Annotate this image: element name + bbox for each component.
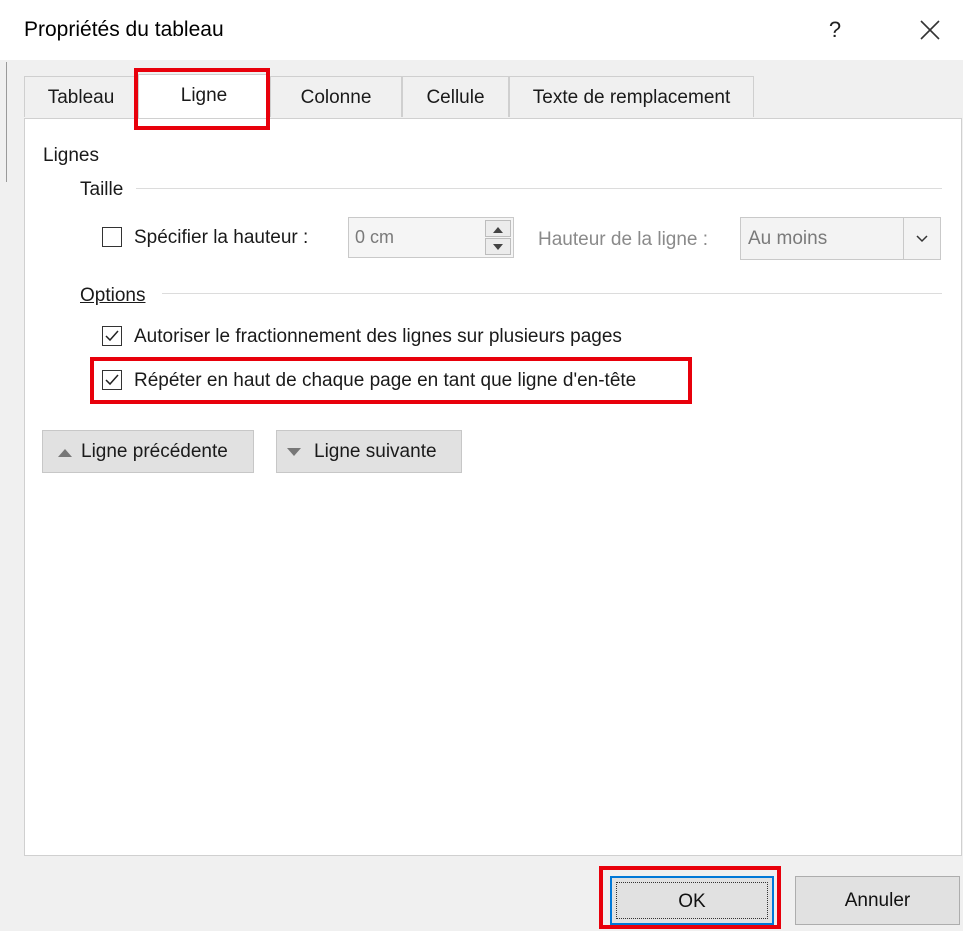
- chevron-down-icon: [916, 235, 928, 243]
- dialog-title: Propriétés du tableau: [24, 18, 224, 41]
- next-row-label: Ligne suivante: [314, 441, 437, 462]
- close-icon: [920, 20, 940, 40]
- title-bar: Propriétés du tableau ?: [0, 0, 963, 60]
- cancel-button[interactable]: Annuler: [795, 876, 960, 925]
- taille-group-label: Taille: [80, 179, 124, 200]
- repeat-header-label: Répéter en haut de chaque page en tant q…: [134, 370, 637, 391]
- taille-divider: [136, 188, 942, 189]
- tab-colonne[interactable]: Colonne: [270, 76, 402, 117]
- checkmark-icon: [105, 374, 119, 386]
- ok-button[interactable]: OK: [610, 876, 774, 925]
- height-value: 0 cm: [355, 227, 395, 247]
- triangle-down-icon: [493, 244, 503, 250]
- allow-break-label: Autoriser le fractionnement des lignes s…: [134, 326, 622, 347]
- options-divider: [162, 293, 942, 294]
- tab-label: Colonne: [300, 87, 372, 108]
- triangle-down-icon: [287, 448, 301, 456]
- previous-row-label: Ligne précédente: [81, 441, 228, 462]
- close-button[interactable]: [910, 10, 950, 50]
- window-edge: [6, 62, 7, 182]
- row-height-value: Au moins: [748, 228, 828, 249]
- tab-label: Ligne: [180, 85, 228, 106]
- tab-ligne[interactable]: Ligne: [138, 74, 270, 118]
- repeat-header-checkbox[interactable]: [102, 370, 122, 390]
- tab-texte-remplacement[interactable]: Texte de remplacement: [509, 76, 754, 117]
- options-group-label: Options: [80, 285, 145, 307]
- spin-down-button[interactable]: [485, 238, 511, 255]
- tab-tableau[interactable]: Tableau: [24, 76, 138, 117]
- row-height-dropdown-button[interactable]: [903, 218, 940, 259]
- tab-label: Tableau: [47, 87, 115, 108]
- focus-ring: [616, 882, 768, 919]
- triangle-up-icon: [493, 227, 503, 233]
- help-button[interactable]: ?: [818, 10, 852, 50]
- row-height-label: Hauteur de la ligne :: [538, 229, 709, 250]
- checkmark-icon: [105, 330, 119, 342]
- next-row-button[interactable]: Ligne suivante: [276, 430, 462, 473]
- tab-label: Cellule: [426, 87, 485, 108]
- cancel-label: Annuler: [844, 890, 911, 911]
- tab-cellule[interactable]: Cellule: [402, 76, 509, 117]
- allow-break-checkbox[interactable]: [102, 326, 122, 346]
- tab-label: Texte de remplacement: [532, 87, 731, 108]
- triangle-up-icon: [58, 449, 72, 457]
- spin-up-button[interactable]: [485, 220, 511, 237]
- specify-height-label: Spécifier la hauteur :: [134, 227, 309, 248]
- previous-row-button[interactable]: Ligne précédente: [42, 430, 254, 473]
- specify-height-checkbox[interactable]: [102, 227, 122, 247]
- options-label-text: Options: [80, 285, 146, 306]
- row-height-select[interactable]: Au moins: [740, 217, 941, 260]
- section-lignes-label: Lignes: [43, 145, 99, 166]
- height-spin-input[interactable]: 0 cm: [348, 217, 514, 258]
